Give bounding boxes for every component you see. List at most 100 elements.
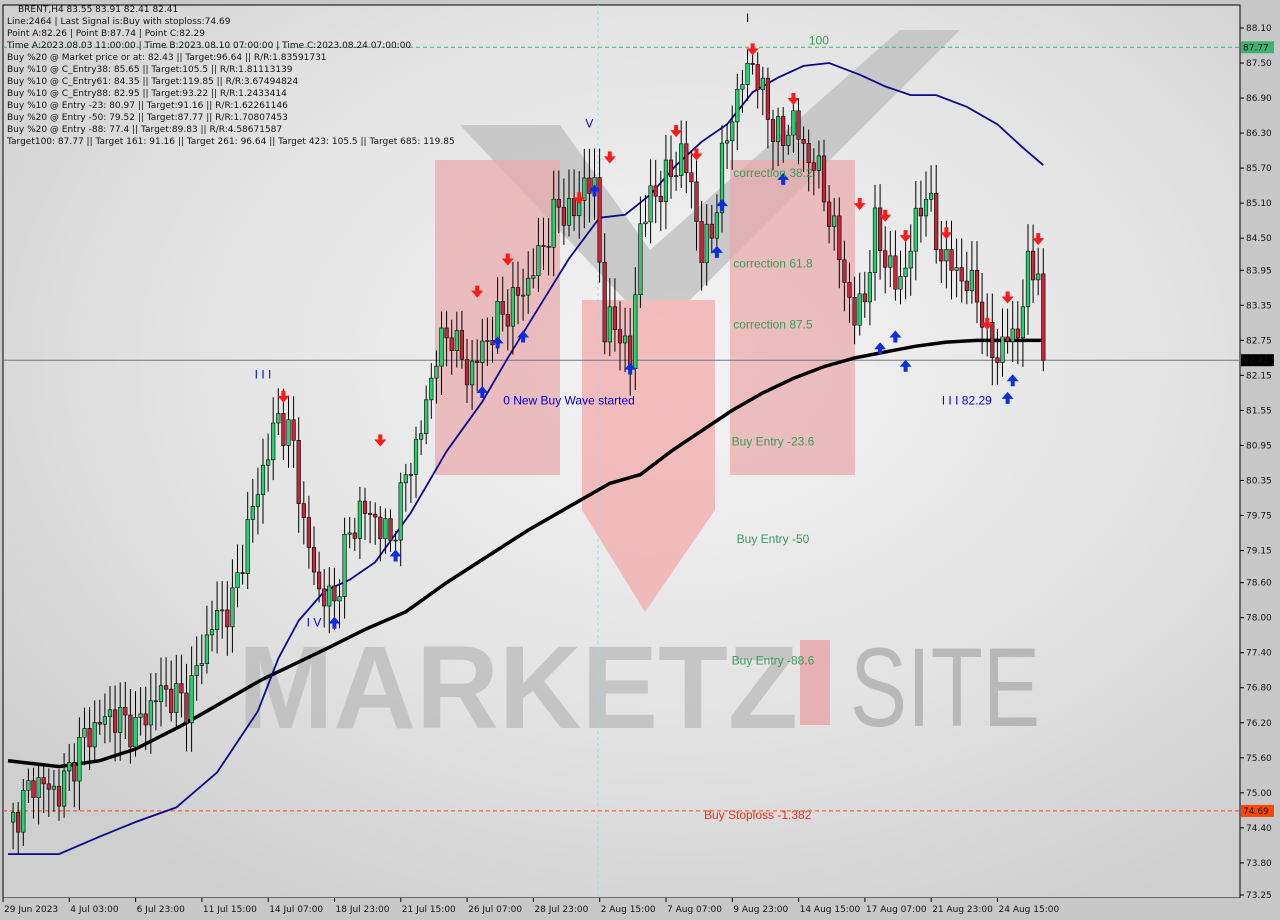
x-tick-label: 28 Jul 23:00 (534, 905, 588, 915)
candle-body-bull (526, 277, 531, 296)
candle-body-bull (1000, 336, 1005, 363)
candle-body-bear (31, 780, 36, 798)
candle-body-bear (1041, 273, 1046, 361)
candle-body-bear (311, 547, 317, 573)
candle-body-bull (760, 77, 765, 91)
x-tick-label: 7 Aug 07:00 (667, 905, 722, 915)
candle-body-bear (184, 692, 189, 724)
candle-body-bear (515, 287, 521, 296)
candle-body-bear (602, 261, 607, 343)
candle-body-bear (169, 688, 174, 713)
candle-body-bear (316, 571, 322, 590)
candle-body-bull (1025, 250, 1031, 308)
candle-body-bull (1020, 306, 1025, 339)
candle-body-bear (964, 280, 969, 292)
candle-body-bull (607, 306, 612, 343)
candle-body-bull (923, 199, 929, 217)
candle-body-bull (357, 500, 363, 539)
y-tick-label: 76.80 (1246, 684, 1272, 694)
candle-body-bull (429, 377, 434, 401)
candle-body-bull (969, 270, 974, 292)
candle-body-bull (898, 276, 903, 290)
price-axis[interactable]: 88.10 87.50 86.90 86.30 85.70 85.10 84.50 83.95… (1240, 0, 1280, 920)
y-tick-label: 80.35 (1246, 476, 1272, 486)
info-line: Buy %10 @ C_Entry88: 82.95 || Target:93.… (7, 89, 287, 99)
candle-body-bear (934, 193, 939, 250)
x-tick-label: 17 Aug 07:00 (866, 905, 927, 915)
candle-body-bear (179, 683, 184, 694)
candle-body-bear (556, 198, 561, 208)
candle-body-bull (536, 245, 541, 277)
candle-body-bull (551, 198, 556, 248)
info-line: Buy %20 @ Entry -50: 79.52 || Target:87.… (7, 113, 288, 123)
time-axis[interactable]: 29 Jun 2023 4 Jul 03:00 6 Jul 23:00 11 Jul … (0, 898, 1280, 920)
y-tick-label: 80.95 (1246, 441, 1272, 451)
candle-body-bull (740, 84, 745, 90)
y-tick-label: 84.50 (1246, 234, 1272, 244)
watermark-text-left: MARKETZ (238, 622, 798, 754)
candle-body-bear (541, 245, 546, 247)
candle-body-bear (546, 246, 551, 248)
price-tag-label: 74.69 (1243, 807, 1269, 817)
candle-body-bull (393, 539, 398, 542)
candle-body-bear (240, 572, 245, 574)
candle-body-bull (92, 722, 97, 748)
candle-body-bull (648, 185, 653, 223)
candle-body-bull (189, 675, 194, 724)
candle-body-bull (327, 585, 332, 607)
candle-body-bear (322, 588, 327, 607)
candle-body-bull (67, 762, 72, 772)
candle-body-bear (41, 777, 46, 785)
y-tick-label: 78.60 (1246, 579, 1272, 589)
candle-body-bull (867, 272, 872, 303)
candle-body-bull (36, 777, 41, 798)
candle-body-bull (944, 249, 949, 262)
y-tick-label: 87.50 (1246, 59, 1272, 69)
y-tick-label: 83.35 (1246, 301, 1272, 311)
y-tick-label: 86.90 (1246, 94, 1272, 104)
candle-body-bear (362, 500, 368, 514)
candle-body-bull (245, 519, 250, 574)
candle-body-bear (877, 207, 883, 252)
candle-body-bear (918, 207, 923, 217)
price-tag-label: 87.77 (1243, 43, 1269, 53)
candle-body-bear (770, 119, 776, 143)
candle-body-bull (342, 533, 347, 597)
candle-body-bear (505, 314, 510, 327)
info-line: Buy %10 @ C_Entry38: 85.65 || Target:105… (7, 65, 293, 75)
candle-body-bull (102, 716, 107, 725)
candle-body-bear (689, 172, 694, 183)
candle-body-bear (755, 64, 760, 91)
candle-body-bull (413, 438, 419, 475)
candle-body-bear (291, 419, 296, 441)
chart-canvas[interactable]: MARKETZ SITE 100 correction 38.2 correctio… (0, 0, 1280, 920)
y-tick-label: 76.20 (1246, 719, 1272, 729)
x-tick-label: 18 Jul 23:00 (336, 905, 390, 915)
candle-body-bull (403, 474, 408, 484)
candle-body-bull (118, 706, 123, 733)
candle-body-bear (449, 337, 454, 351)
candle-body-bear (123, 706, 128, 716)
candle-body-bull (265, 459, 271, 466)
candle-body-bull (480, 340, 485, 363)
candle-body-bear (765, 77, 770, 120)
y-tick-label: 88.10 (1246, 24, 1272, 34)
candle-body-bear (842, 259, 847, 283)
candle-body-bull (832, 215, 837, 227)
candle-body-bull (872, 207, 878, 273)
candle-body-bull (148, 700, 153, 726)
candle-body-bull (566, 198, 572, 226)
wave-label: I V (307, 615, 322, 629)
chart-annotation: 100 (809, 33, 829, 47)
x-tick-label: 14 Aug 15:00 (800, 905, 861, 915)
candle-body-bull (745, 62, 750, 85)
candle-body-bull (485, 340, 490, 342)
candle-body-bear (990, 322, 995, 359)
candle-body-bear (373, 513, 378, 518)
candle-body-bear (281, 413, 286, 446)
x-tick-label: 14 Jul 07:00 (269, 905, 323, 915)
candle-body-bull (276, 413, 281, 424)
candle-body-bear (801, 138, 806, 144)
candle-body-bull (786, 134, 791, 146)
y-tick-label: 79.75 (1246, 512, 1272, 522)
